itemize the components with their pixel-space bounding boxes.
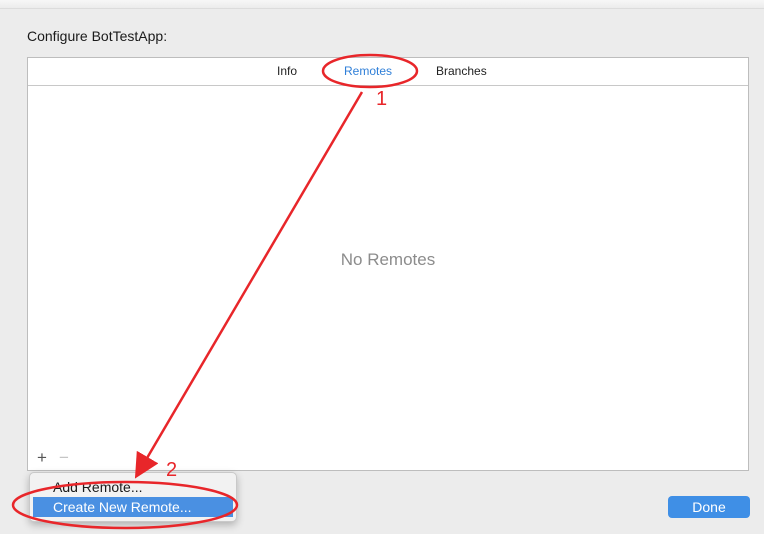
window-top-edge bbox=[0, 0, 764, 9]
tab-info[interactable]: Info bbox=[277, 64, 297, 78]
remotes-panel: Info Remotes Branches No Remotes + − bbox=[27, 57, 749, 471]
add-remote-button[interactable]: + bbox=[34, 448, 50, 468]
empty-state-text: No Remotes bbox=[340, 250, 436, 269]
tab-bar: Info Remotes Branches bbox=[28, 58, 748, 86]
remove-remote-button[interactable]: − bbox=[56, 448, 72, 468]
menu-item-create-new-remote[interactable]: Create New Remote... bbox=[33, 497, 233, 517]
done-button[interactable]: Done bbox=[668, 496, 750, 518]
menu-item-add-remote[interactable]: Add Remote... bbox=[33, 477, 233, 497]
tab-branches[interactable]: Branches bbox=[436, 64, 487, 78]
add-remote-menu: Add Remote... Create New Remote... bbox=[29, 472, 237, 522]
tab-remotes[interactable]: Remotes bbox=[344, 64, 392, 78]
dialog-title: Configure BotTestApp: bbox=[27, 28, 168, 44]
